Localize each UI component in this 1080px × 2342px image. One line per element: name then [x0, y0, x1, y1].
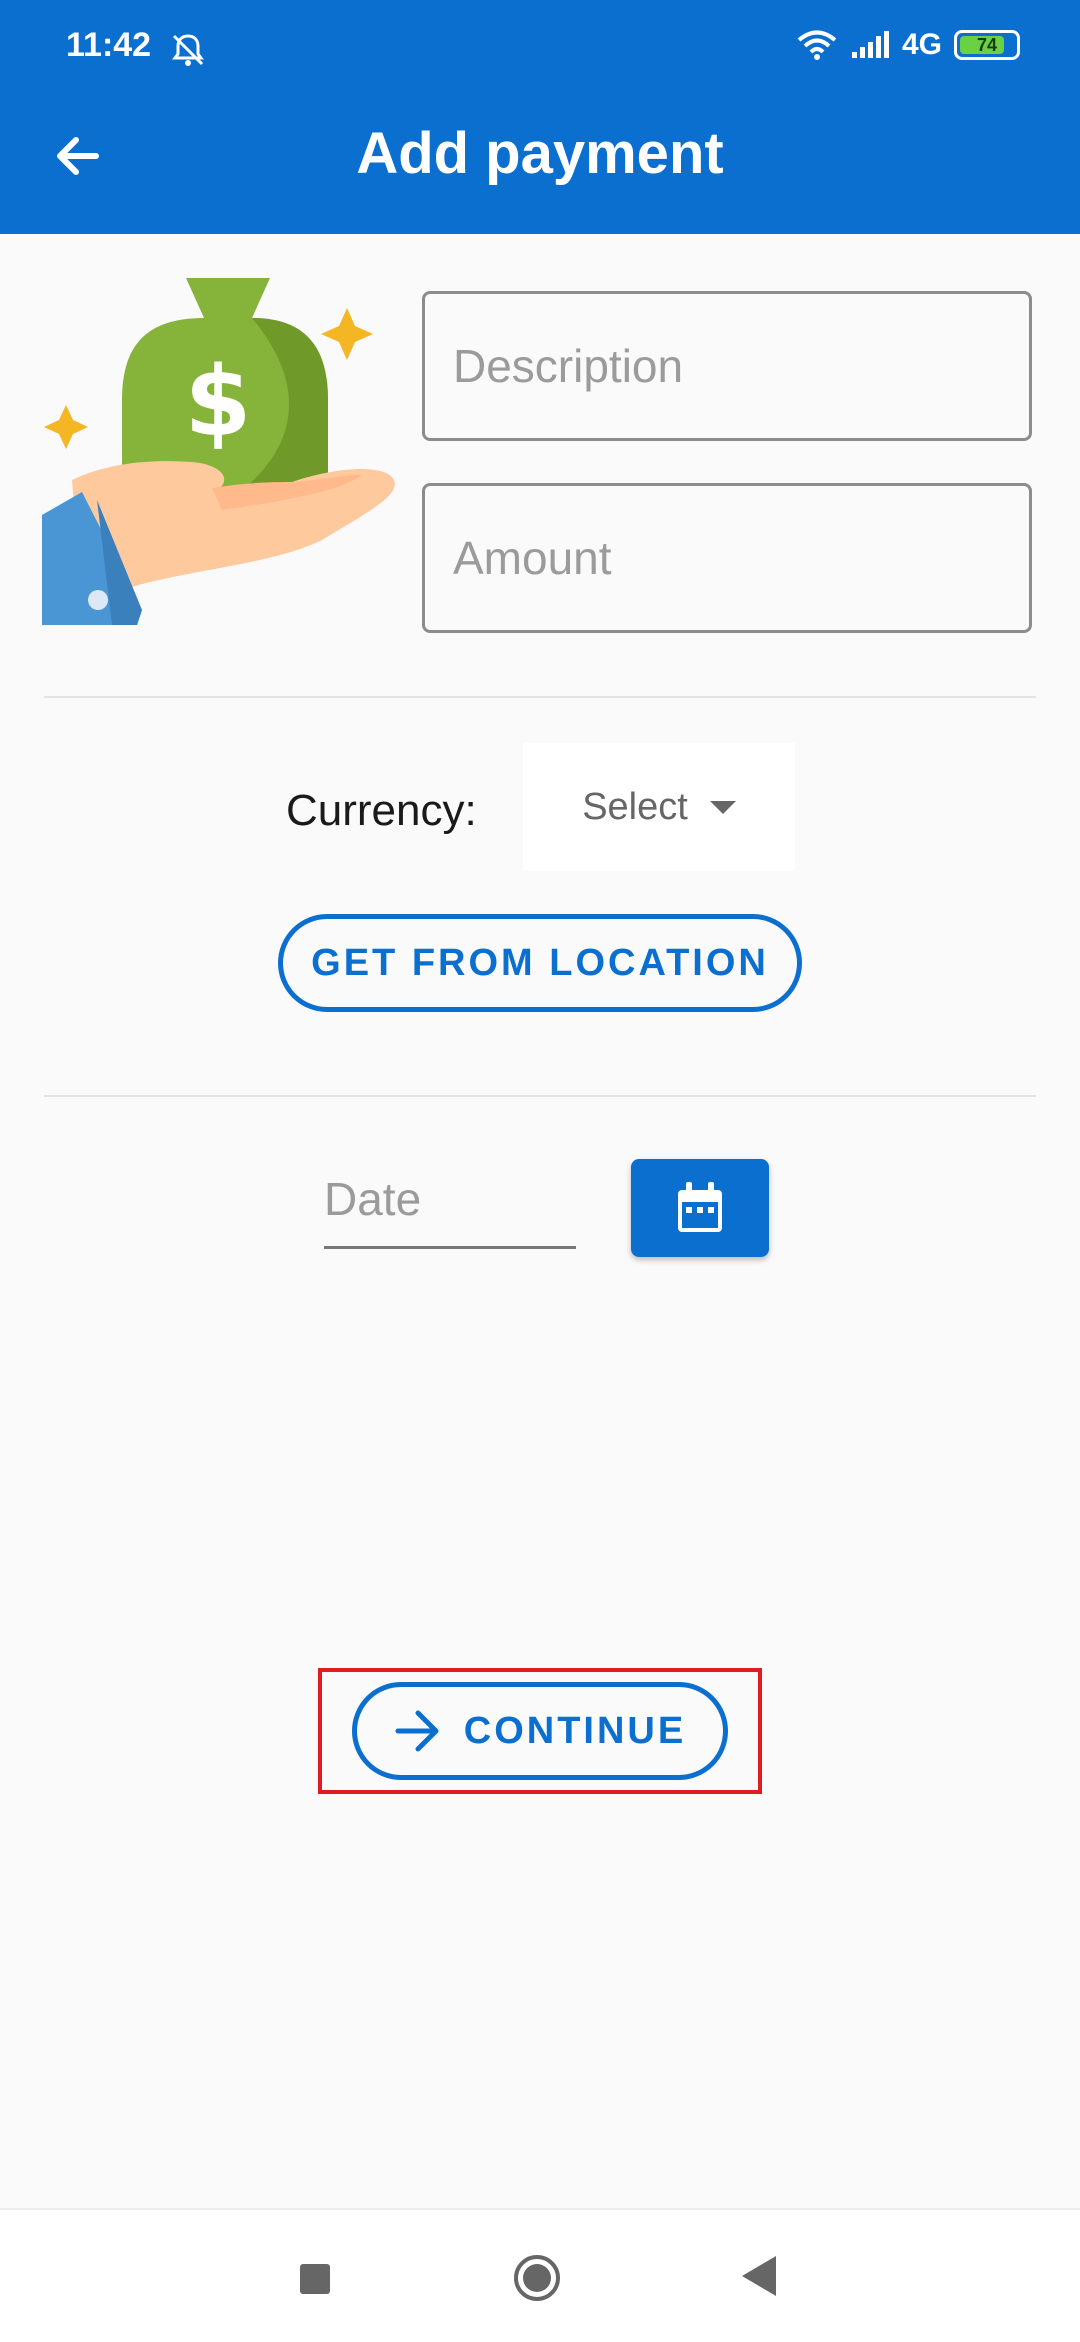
divider — [44, 696, 1036, 698]
description-input[interactable] — [425, 294, 1029, 438]
svg-text:$: $ — [185, 346, 252, 458]
cellular-signal-icon — [851, 31, 889, 58]
battery-level: 74 — [976, 35, 998, 55]
date-field[interactable]: Date — [324, 1172, 576, 1249]
get-from-location-label: GET FROM LOCATION — [311, 941, 769, 984]
highlight-box — [318, 1668, 762, 1794]
silent-bell-icon — [172, 34, 204, 66]
date-placeholder: Date — [324, 1173, 422, 1225]
get-from-location-button[interactable]: GET FROM LOCATION — [278, 914, 802, 1012]
currency-dropdown[interactable]: Select — [523, 743, 795, 871]
app-bar: 11:42 4G 74 Add payment — [0, 0, 1080, 234]
currency-selected-value: Select — [582, 785, 688, 828]
currency-label: Currency: — [286, 786, 477, 835]
calendar-button[interactable] — [631, 1159, 769, 1257]
dropdown-caret-icon — [709, 800, 736, 814]
divider — [44, 1095, 1036, 1097]
page-title: Add payment — [356, 121, 724, 186]
amount-input[interactable] — [425, 486, 1029, 630]
wifi-icon — [797, 30, 837, 60]
calendar-icon — [678, 1182, 722, 1232]
battery-indicator: 74 — [954, 30, 1020, 60]
home-nav-icon[interactable] — [513, 2254, 561, 2302]
recents-nav-icon[interactable] — [300, 2264, 330, 2294]
status-time: 11:42 — [66, 26, 152, 64]
amount-field[interactable] — [422, 483, 1032, 633]
status-indicators: 4G 74 — [796, 28, 1020, 62]
description-field[interactable] — [422, 291, 1032, 441]
network-type: 4G — [901, 28, 942, 61]
back-nav-icon[interactable] — [742, 2256, 776, 2296]
money-bag-hand-illustration: $ — [42, 278, 395, 625]
system-nav-bar — [0, 2208, 1080, 2342]
